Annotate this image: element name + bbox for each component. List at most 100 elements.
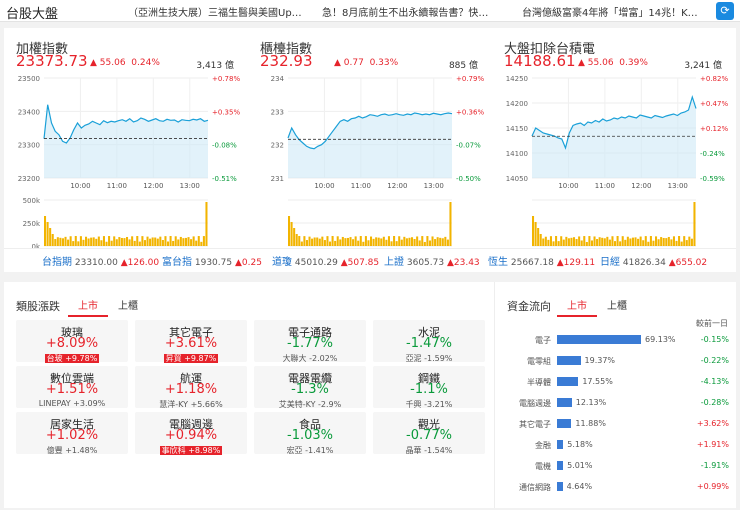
volume-bar	[547, 239, 550, 246]
sector-cell[interactable]: 其它電子 +3.61% 昇貿 +9.87%	[135, 320, 247, 363]
sector-tabs: 上市 上櫃	[68, 297, 148, 317]
volume-bar	[118, 237, 121, 246]
volume-bar	[629, 238, 632, 246]
flow-row[interactable]: 電機 5.01% -1.91%	[495, 458, 737, 474]
volume-bar	[339, 239, 342, 246]
flow-share: 11.88%	[575, 419, 606, 428]
volume-bar	[190, 239, 193, 246]
strip-item[interactable]: 富台指 1930.75 ▲0.25	[162, 253, 262, 268]
index-card-otc[interactable]: 櫃檯指數 232.93 ▲ 0.77 0.33% 885 億 234 233 232…	[248, 28, 492, 250]
flow-row[interactable]: 其它電子 11.88% +3.62%	[495, 416, 737, 432]
volume-bar	[151, 237, 154, 246]
volume-bar	[110, 240, 113, 246]
flow-bar	[557, 377, 579, 386]
volume-bar	[662, 237, 665, 246]
index-change: ▲ 0.77 0.33%	[334, 58, 399, 68]
volume-bar	[449, 202, 452, 246]
volume-bar	[316, 237, 319, 246]
volume-bar	[95, 238, 98, 246]
flow-row[interactable]: 半導體 17.55% -4.13%	[495, 374, 737, 390]
index-change: ▲ 55.06 0.24%	[90, 58, 160, 68]
pct-tick-label: -0.59%	[700, 175, 725, 183]
leader-text: 大聯大 -2.02%	[282, 354, 338, 363]
sector-cell[interactable]: 鋼鐵 -1.1% 千興 -3.21%	[373, 366, 485, 409]
news-ticker-item[interactable]: 急！8月底前生不出永續報告書？快…	[322, 4, 494, 19]
volume-bar	[444, 236, 447, 246]
volume-bar	[202, 236, 205, 246]
pct-tick-label: -0.24%	[700, 150, 725, 158]
flow-sector: 金融	[535, 441, 551, 450]
flow-row[interactable]: 通信網路 4.64% +0.99%	[495, 479, 737, 495]
y-tick-label: 23300	[18, 142, 40, 150]
volume-bar	[583, 236, 586, 246]
sector-cell[interactable]: 電腦週邊 +0.94% 事欣科 +8.98%	[135, 412, 247, 455]
volume-bar	[323, 240, 326, 246]
flow-row[interactable]: 電子 69.13% -0.15%	[495, 332, 737, 348]
refresh-icon[interactable]: ⟳	[716, 2, 734, 20]
volume-bar	[298, 236, 301, 246]
volume-bar	[637, 238, 640, 246]
sector-pct: -1.03%	[287, 428, 333, 443]
sector-cell[interactable]: 數位雲端 +1.51% LINEPAY +3.09%	[16, 366, 128, 408]
pct-tick-label: +0.82%	[700, 75, 728, 83]
strip-item[interactable]: 恆生 25667.18 ▲129.11	[488, 253, 595, 268]
flow-sector: 電腦週邊	[519, 399, 551, 408]
index-card-ex-tsmc[interactable]: 大盤扣除台積電 14188.61 ▲ 55.06 0.39% 3,241 億 1…	[492, 28, 736, 250]
volume-bar	[593, 236, 596, 246]
volume-bar	[311, 238, 314, 246]
tab-otc[interactable]: 上櫃	[108, 297, 148, 315]
flow-row[interactable]: 電零組 19.37% -0.22%	[495, 353, 737, 369]
sector-cell[interactable]: 食品 -1.03% 宏亞 -1.41%	[254, 412, 366, 455]
sector-cell[interactable]: 航運 +1.18% 慧洋-KY +5.66%	[135, 366, 247, 409]
global-index-strip: 台指期 23310.00 ▲126.00 富台指 1930.75 ▲0.25 道…	[4, 248, 736, 268]
flow-row[interactable]: 電腦週邊 12.13% -0.28%	[495, 395, 737, 411]
tab-listed[interactable]: 上市	[68, 297, 108, 317]
news-ticker-item[interactable]: 台灣億級富豪4年將「增富」14兆！K…	[522, 4, 702, 19]
time-tick-label: 10:00	[558, 182, 578, 190]
time-tick-label: 12:00	[631, 182, 651, 190]
volume-tick-label: 250k	[23, 220, 41, 228]
volume-bar	[603, 238, 606, 246]
volume-bar	[631, 237, 634, 246]
sector-cell[interactable]: 電器電纜 -1.3% 艾美特-KY -2.9%	[254, 366, 366, 409]
strip-item[interactable]: 台指期 23310.00 ▲126.00	[42, 253, 159, 268]
sector-pct: -0.77%	[406, 428, 452, 443]
volume-bar	[357, 240, 360, 246]
volume-bar	[92, 237, 95, 246]
flow-sector: 通信網路	[519, 483, 551, 492]
pct-tick-label: +0.35%	[212, 108, 240, 116]
sector-leader: LINEPAY +3.09%	[16, 399, 128, 408]
time-tick-label: 13:00	[424, 182, 444, 190]
volume-bar	[655, 236, 658, 246]
sector-cell[interactable]: 水泥 -1.47% 亞泥 -1.59%	[373, 320, 485, 363]
strip-item[interactable]: 日經 41826.34 ▲655.02	[600, 253, 707, 268]
volume-bar	[313, 237, 316, 246]
news-ticker-item[interactable]: （亞洲生技大展）三福生醫與美國Up…	[128, 4, 308, 19]
tab-otc[interactable]: 上櫃	[597, 297, 637, 315]
volume-bar	[590, 240, 593, 246]
sector-cell[interactable]: 玻璃 +8.09% 台玻 +9.78%	[16, 320, 128, 363]
volume-bar	[90, 237, 93, 246]
sectors-title: 類股漲跌	[16, 300, 60, 313]
flow-bar	[557, 335, 641, 344]
flow-row[interactable]: 金融 5.18% +1.91%	[495, 437, 737, 453]
volume-bar	[329, 241, 332, 246]
time-tick-label: 13:00	[180, 182, 200, 190]
tab-listed[interactable]: 上市	[557, 297, 597, 317]
top-bar: 台股大盤 （亞洲生技大展）三福生醫與美國Up… 急！8月底前生不出永續報告書？快…	[0, 0, 740, 22]
volume-bar	[154, 237, 157, 246]
volume-bar	[423, 241, 426, 246]
volume-bar	[141, 236, 144, 246]
strip-item[interactable]: 上證 3605.73 ▲23.43	[384, 253, 480, 268]
strip-item[interactable]: 道瓊 45010.29 ▲507.85	[272, 253, 379, 268]
volume-bar	[431, 236, 434, 246]
sector-cell[interactable]: 居家生活 +1.02% 億豐 +1.48%	[16, 412, 128, 455]
volume-bar	[387, 236, 390, 246]
volume-bar	[85, 236, 88, 246]
volume-bar	[67, 239, 70, 246]
volume-bar	[149, 238, 152, 246]
sector-cell[interactable]: 觀光 -0.77% 晶華 -1.54%	[373, 412, 485, 455]
volume-bar	[156, 238, 159, 246]
sector-cell[interactable]: 電子通路 -1.77% 大聯大 -2.02%	[254, 320, 366, 363]
index-card-taiex[interactable]: 加權指數 23373.73 ▲ 55.06 0.24% 3,413 億 2350…	[4, 28, 248, 250]
